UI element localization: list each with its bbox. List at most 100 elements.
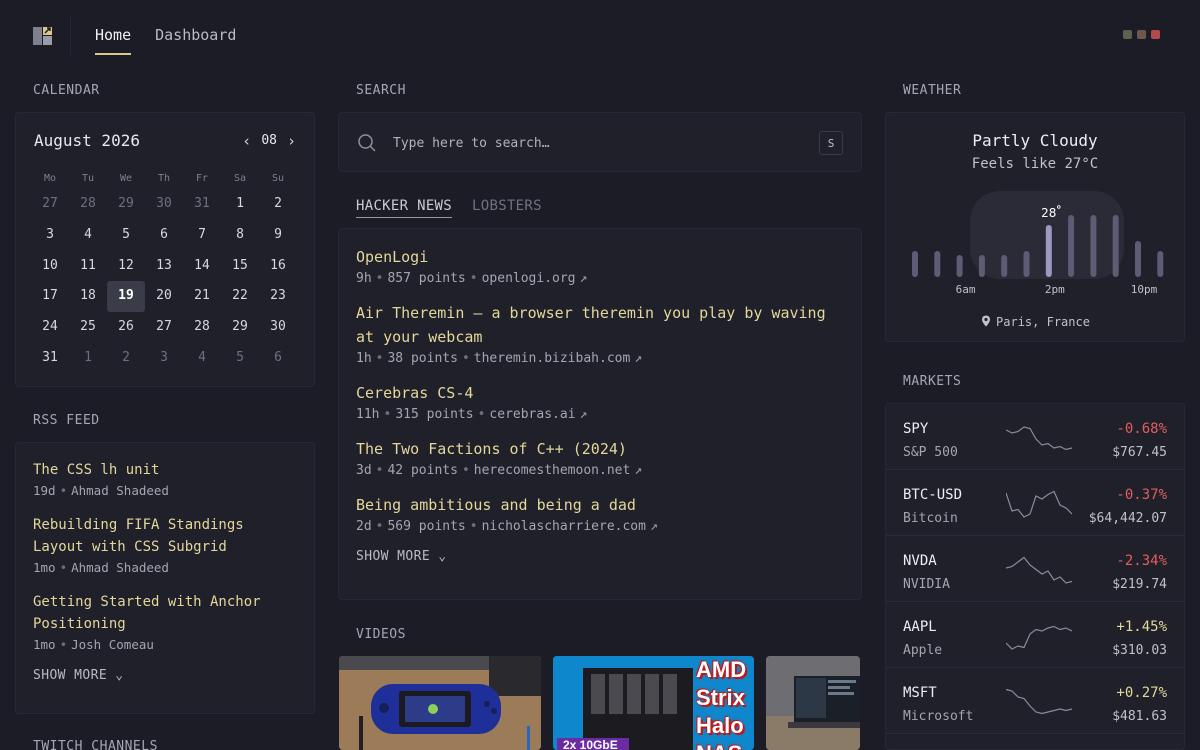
news-item-title[interactable]: Being ambitious and being a dad	[356, 493, 844, 517]
rss-item-age: 1mo	[33, 560, 56, 575]
calendar-day[interactable]: 17	[31, 281, 69, 312]
tab-lobsters[interactable]: LOBSTERS	[472, 198, 542, 218]
market-row[interactable]: SPY S&P 500 -0.68% $767.45	[886, 404, 1184, 470]
markets-card: SPY S&P 500 -0.68% $767.45 BTC-USD Bitcoin -0.…	[885, 403, 1185, 750]
market-row[interactable]: AAPL Apple +1.45% $310.03	[886, 602, 1184, 668]
sparkline-path	[1006, 426, 1072, 451]
meta-separator: •	[375, 351, 384, 366]
theme-dot[interactable]	[1137, 30, 1146, 39]
search-input[interactable]: Type here to search…	[393, 136, 550, 151]
market-price: $64,442.07	[1088, 511, 1167, 526]
meta-separator: •	[461, 463, 470, 478]
news-show-more-button[interactable]: SHOW MORE ⌄	[356, 549, 844, 564]
calendar-day[interactable]: 31	[31, 343, 69, 374]
nav-dashboard[interactable]: Dashboard	[155, 15, 236, 55]
news-item-title[interactable]: Air Theremin – a browser theremin you pl…	[356, 301, 844, 349]
search-section-title: SEARCH	[356, 83, 406, 98]
calendar-day[interactable]: 19	[107, 281, 145, 313]
calendar-day[interactable]: 14	[183, 251, 221, 282]
calendar-day[interactable]: 20	[145, 281, 183, 312]
calendar-day[interactable]: 3	[31, 220, 69, 251]
calendar-day[interactable]: 4	[183, 343, 221, 374]
calendar-day[interactable]: 25	[69, 312, 107, 343]
search-card: Type here to search… S	[338, 112, 862, 172]
calendar-day[interactable]: 24	[31, 312, 69, 343]
meta-separator: •	[375, 463, 384, 478]
calendar-day[interactable]: 27	[145, 312, 183, 343]
rss-item-title[interactable]: The CSS lh unit	[33, 459, 297, 481]
calendar-day[interactable]: 29	[221, 312, 259, 343]
external-link-icon: ↗	[579, 271, 588, 286]
calendar-day[interactable]: 15	[221, 251, 259, 282]
calendar-day[interactable]: 21	[183, 281, 221, 312]
calendar-day[interactable]: 8	[221, 220, 259, 251]
weekday-label: Tu	[81, 173, 95, 184]
news-item-domain[interactable]: cerebras.ai	[489, 407, 575, 422]
calendar-day[interactable]: 1	[69, 343, 107, 374]
calendar-day[interactable]: 5	[107, 220, 145, 251]
news-item-title[interactable]: OpenLogi	[356, 245, 844, 269]
calendar-day[interactable]: 30	[259, 312, 297, 343]
chevron-left-icon[interactable]: ‹	[242, 132, 251, 150]
calendar-day[interactable]: 1	[221, 189, 259, 220]
calendar-day[interactable]: 4	[69, 220, 107, 251]
calendar-day[interactable]: 28	[69, 189, 107, 220]
theme-dots[interactable]	[1123, 30, 1160, 39]
market-name: Microsoft	[903, 709, 974, 724]
calendar-day[interactable]: 31	[183, 189, 221, 220]
rss-item-meta: 19d • Ahmad Shadeed	[33, 481, 297, 501]
calendar-day[interactable]: 29	[107, 189, 145, 220]
calendar-day[interactable]: 2	[107, 343, 145, 374]
calendar-day[interactable]: 28	[183, 312, 221, 343]
market-row[interactable]: NVDA NVIDIA -2.34% $219.74	[886, 536, 1184, 602]
video-thumbnail[interactable]: AMD Strix Halo NAS 2x 10GbE	[553, 656, 754, 750]
rss-show-more-button[interactable]: SHOW MORE ⌄	[33, 668, 297, 683]
news-item-title[interactable]: The Two Factions of C++ (2024)	[356, 437, 844, 461]
market-row[interactable]: BTC-USD Bitcoin -0.37% $64,442.07	[886, 470, 1184, 536]
theme-dot[interactable]	[1123, 30, 1132, 39]
calendar-day[interactable]: 9	[259, 220, 297, 251]
calendar-day[interactable]: 7	[183, 220, 221, 251]
news-item-domain[interactable]: theremin.bizibah.com	[474, 351, 631, 366]
rss-item-title[interactable]: Rebuilding FIFA Standings Layout with CS…	[33, 514, 297, 558]
calendar-day[interactable]: 26	[107, 312, 145, 343]
nav-home[interactable]: Home	[95, 15, 132, 55]
calendar-day[interactable]: 10	[31, 251, 69, 282]
tab-hacker-news[interactable]: HACKER NEWS	[356, 198, 453, 218]
market-sparkline	[1006, 688, 1072, 715]
calendar-day[interactable]: 22	[221, 281, 259, 312]
calendar-day[interactable]: 18	[69, 281, 107, 312]
theme-dot[interactable]	[1151, 30, 1160, 39]
calendar-day[interactable]: 11	[69, 251, 107, 282]
rss-item-author: Ahmad Shadeed	[71, 560, 169, 575]
calendar-day[interactable]: 6	[259, 343, 297, 374]
news-item-domain[interactable]: openlogi.org	[482, 271, 576, 286]
calendar-day[interactable]: 5	[221, 343, 259, 374]
calendar-day[interactable]: 27	[31, 189, 69, 220]
chevron-right-icon[interactable]: ›	[287, 132, 296, 150]
calendar-day[interactable]: 3	[145, 343, 183, 374]
video-thumbnail[interactable]	[339, 656, 541, 750]
news-item-domain[interactable]: nicholascharriere.com	[482, 519, 646, 534]
calendar-day[interactable]: 13	[145, 251, 183, 282]
calendar-day[interactable]: 2	[259, 189, 297, 220]
news-item-domain[interactable]: herecomesthemoon.net	[474, 463, 631, 478]
calendar-day[interactable]: 23	[259, 281, 297, 312]
market-price: $219.74	[1112, 577, 1167, 592]
news-item-title[interactable]: Cerebras CS-4	[356, 381, 844, 405]
calendar-day[interactable]: 16	[259, 251, 297, 282]
market-row[interactable]: MSFT Microsoft +0.27% $481.63	[886, 668, 1184, 734]
news-item-age: 1h	[356, 351, 372, 366]
calendar-day[interactable]: 12	[107, 251, 145, 282]
market-name: NVIDIA	[903, 577, 950, 592]
calendar-day[interactable]: 6	[145, 220, 183, 251]
news-tabs: HACKER NEWS LOBSTERS	[356, 198, 542, 218]
video-thumbnail[interactable]	[766, 656, 860, 750]
external-link-icon: ↗	[634, 351, 643, 366]
app-logo[interactable]	[15, 15, 71, 55]
calendar-grid: Mo Tu We Th Fr Sa Su 27 28 29 30 31 1 2 3 4 5 6 7 8 9 10 11 12 1…	[31, 169, 297, 374]
market-change: -0.37%	[1116, 487, 1167, 503]
rss-item-title[interactable]: Getting Started with Anchor Positioning	[33, 591, 297, 635]
calendar-day[interactable]: 30	[145, 189, 183, 220]
logo-icon	[32, 27, 52, 45]
